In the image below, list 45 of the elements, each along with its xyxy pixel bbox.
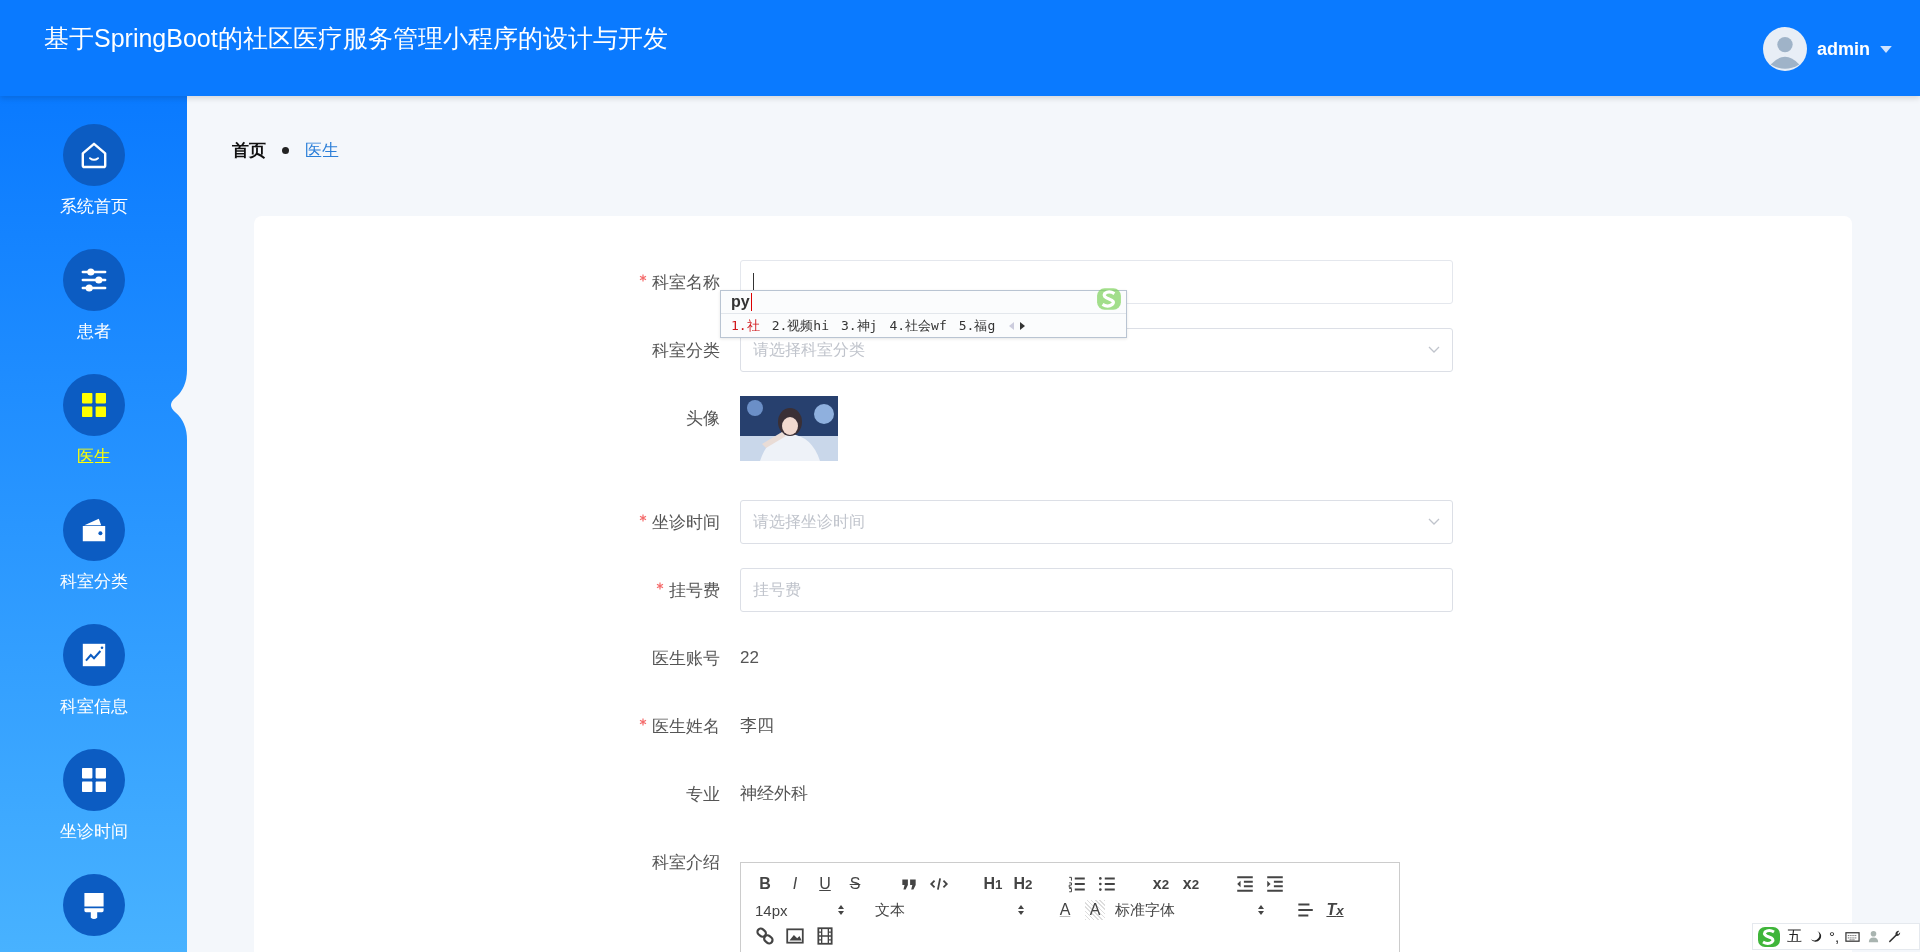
breadcrumb-item[interactable]: 医生 <box>305 138 339 162</box>
up-down-icon <box>1257 904 1265 916</box>
toolbar-button[interactable]: B <box>755 874 775 894</box>
toolbar-button[interactable]: I <box>785 874 805 894</box>
field-label: 医生账号 <box>652 647 720 670</box>
wrench-icon[interactable] <box>1887 929 1903 944</box>
toolbar-button[interactable]: U <box>815 874 835 894</box>
field-value: 李四 <box>740 716 774 735</box>
field-label: 头像 <box>686 407 720 430</box>
ordered-list-icon[interactable] <box>1067 874 1087 894</box>
link-icon[interactable] <box>755 926 775 946</box>
app-title: 基于SpringBoot的社区医疗服务管理小程序的设计与开发 <box>44 23 668 54</box>
chevron-down-icon <box>1428 346 1440 354</box>
field-value: 22 <box>740 648 759 667</box>
toolbar-button[interactable]: A <box>1055 900 1075 920</box>
field-label: 科室分类 <box>652 339 720 362</box>
breadcrumb-item[interactable]: 首页 <box>232 138 266 162</box>
align-left-icon[interactable] <box>1295 900 1315 920</box>
chevron-down-icon <box>1428 518 1440 526</box>
field-label: 科室名称 <box>639 270 720 294</box>
toolbar-button[interactable]: A <box>1085 900 1105 920</box>
field-label: 科室介绍 <box>652 851 720 874</box>
up-down-icon <box>837 904 845 916</box>
toolbar-button[interactable]: S <box>845 874 865 894</box>
nav-label[interactable]: 系统首页 <box>59 195 128 218</box>
breadcrumb-separator <box>282 146 289 154</box>
toolbar-dropdown[interactable]: 14px <box>755 901 865 919</box>
indent-icon[interactable] <box>1265 874 1285 894</box>
ime-mode-button[interactable]: °, <box>1829 928 1840 945</box>
toolbar-dropdown[interactable]: 标准字体 <box>1115 900 1285 920</box>
caret-icon[interactable] <box>1880 45 1892 53</box>
keyboard-icon[interactable] <box>1845 929 1861 944</box>
field-label: 专业 <box>686 783 720 806</box>
ime-mode-button[interactable]: 五 <box>1787 927 1802 946</box>
field-value: 神经外科 <box>740 784 808 803</box>
outdent-icon[interactable] <box>1235 874 1255 894</box>
up-down-icon <box>1017 904 1025 916</box>
bullet-list-icon[interactable] <box>1097 874 1117 894</box>
film-icon[interactable] <box>815 926 835 946</box>
image-icon[interactable] <box>785 926 805 946</box>
ime-input-text: py <box>731 293 752 311</box>
avatar-icon[interactable] <box>1763 27 1807 71</box>
user-name[interactable]: admin <box>1817 38 1870 60</box>
ime-logo-icon[interactable] <box>1757 924 1781 949</box>
toolbar-dropdown[interactable]: 文本 <box>875 900 1045 920</box>
